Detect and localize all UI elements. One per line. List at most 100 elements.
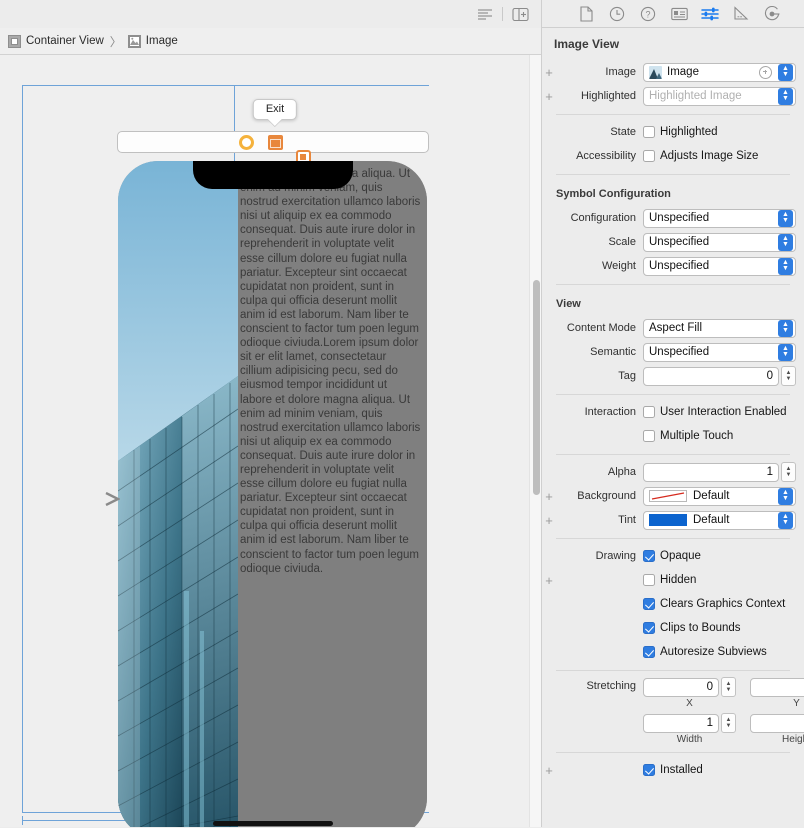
popup-arrows[interactable]: ▲ ▼: [778, 487, 793, 505]
file-icon[interactable]: [577, 4, 596, 23]
tint-value: Default: [693, 514, 730, 526]
add-variation-icon[interactable]: +: [542, 490, 556, 503]
stretching-x-group: 0 ▲ ▼ X: [643, 677, 736, 709]
stretching-y-group: 0 ▲▼ Y: [750, 677, 804, 709]
installed-checkbox[interactable]: Installed: [643, 761, 703, 780]
inspector-title: Image View: [554, 37, 620, 51]
exit-tooltip: Exit: [252, 99, 298, 120]
stretching-height-group: 1 ▲▼ Height: [750, 713, 804, 745]
add-variation-icon[interactable]: +: [542, 90, 556, 103]
highlighted-label: Highlighted: [580, 90, 636, 102]
clips-to-bounds-checkbox[interactable]: Clips to Bounds: [643, 619, 741, 638]
multiple-touch-checkbox[interactable]: Multiple Touch: [643, 427, 733, 446]
state-label: State: [610, 126, 636, 138]
semantic-row: Semantic Unspecified ▲ ▼: [542, 341, 804, 363]
highlighted-placeholder: Highlighted Image: [649, 90, 742, 102]
semantic-popup-button[interactable]: Unspecified ▲ ▼: [643, 342, 796, 362]
align-lines-icon[interactable]: [472, 4, 498, 24]
clear-icon[interactable]: [759, 65, 772, 79]
opaque-checkbox[interactable]: Opaque: [643, 547, 701, 566]
hidden-checkbox[interactable]: Hidden: [643, 571, 696, 590]
configuration-popup-button[interactable]: Unspecified ▲ ▼: [643, 208, 796, 228]
breadcrumb-item-container-view[interactable]: Container View: [8, 34, 104, 48]
popup-arrows[interactable]: ▲ ▼: [778, 511, 793, 529]
content-mode-popup-button[interactable]: Aspect Fill ▲ ▼: [643, 318, 796, 338]
weight-popup-button[interactable]: Unspecified ▲ ▼: [643, 256, 796, 276]
stretching-x-input[interactable]: 0: [643, 677, 719, 697]
popup-arrows[interactable]: ▲ ▼: [778, 257, 793, 275]
configuration-row: Configuration Unspecified ▲ ▼: [542, 207, 804, 229]
add-editor-icon[interactable]: [507, 4, 533, 24]
stretching-height-input[interactable]: 1: [750, 713, 804, 733]
svg-text:?: ?: [645, 9, 650, 19]
tint-row: + Tint Default ▲ ▼: [542, 509, 804, 531]
checkbox-box[interactable]: [643, 430, 655, 442]
editor-area: Container View 〉 Image Exit aliqua. Ut q…: [0, 0, 541, 827]
configuration-value: Unspecified: [649, 212, 710, 224]
popup-arrows[interactable]: ▲ ▼: [778, 209, 793, 227]
checkbox-box[interactable]: [643, 622, 655, 634]
highlighted-checkbox[interactable]: Highlighted: [643, 123, 718, 142]
image-combo-box[interactable]: Image ▲ ▼: [643, 62, 796, 82]
first-responder-icon[interactable]: [268, 135, 283, 150]
canvas-scrollbar-thumb[interactable]: [533, 280, 540, 495]
alpha-input[interactable]: 1: [643, 462, 779, 482]
breadcrumb-item-image[interactable]: Image: [127, 34, 178, 48]
background-color-popup[interactable]: Default ▲ ▼: [643, 486, 796, 506]
canvas-vertical-scrollbar[interactable]: [529, 55, 541, 827]
add-variation-icon[interactable]: +: [542, 66, 556, 79]
divider: [556, 454, 790, 455]
sliders-icon[interactable]: [701, 4, 720, 23]
image-dropdown-arrows[interactable]: ▲ ▼: [778, 63, 793, 81]
add-variation-icon[interactable]: +: [542, 764, 556, 777]
highlighted-dropdown-arrows[interactable]: ▲ ▼: [778, 87, 793, 105]
checkbox-box[interactable]: [643, 550, 655, 562]
entry-point-arrow-icon: [44, 491, 121, 507]
stretching-width-stepper[interactable]: ▲ ▼: [721, 713, 736, 733]
tint-color-popup[interactable]: Default ▲ ▼: [643, 510, 796, 530]
add-variation-icon[interactable]: +: [542, 514, 556, 527]
highlighted-combo-box[interactable]: Highlighted Image ▲ ▼: [643, 86, 796, 106]
checkbox-label: Clears Graphics Context: [660, 598, 786, 610]
checkbox-label: Adjusts Image Size: [660, 150, 759, 162]
adjusts-image-size-checkbox[interactable]: Adjusts Image Size: [643, 147, 758, 166]
popup-arrows[interactable]: ▲ ▼: [778, 319, 793, 337]
identity-card-icon[interactable]: [670, 4, 689, 23]
checkbox-box[interactable]: [643, 574, 655, 586]
autoresize-subviews-checkbox[interactable]: Autoresize Subviews: [643, 643, 767, 662]
ruler-icon[interactable]: [732, 4, 751, 23]
stretching-x-stepper[interactable]: ▲ ▼: [721, 677, 736, 697]
storyboard-canvas[interactable]: Exit aliqua. Ut quis nostrud exercitatio…: [0, 55, 541, 827]
device-preview[interactable]: labore et dolore magna aliqua. Ut enim a…: [118, 161, 427, 827]
checkbox-box[interactable]: [643, 406, 655, 418]
popup-arrows[interactable]: ▲ ▼: [778, 343, 793, 361]
checkbox-box[interactable]: [643, 150, 655, 162]
scale-popup-button[interactable]: Unspecified ▲ ▼: [643, 232, 796, 252]
popup-arrows[interactable]: ▲ ▼: [778, 233, 793, 251]
checkbox-label: Installed: [660, 764, 703, 776]
stretching-y-input[interactable]: 0: [750, 677, 804, 697]
inspector-tab-bar: ?: [542, 0, 804, 28]
user-interaction-enabled-checkbox[interactable]: User Interaction Enabled: [643, 403, 787, 422]
stretching-width-input[interactable]: 1: [643, 713, 719, 733]
stretching-width-group: 1 ▲ ▼ Width: [643, 713, 736, 745]
clears-graphics-context-checkbox[interactable]: Clears Graphics Context: [643, 595, 785, 614]
clock-icon[interactable]: [608, 4, 627, 23]
guide-horizontal-top: [22, 85, 429, 86]
tag-stepper[interactable]: ▲ ▼: [781, 366, 796, 386]
alpha-stepper[interactable]: ▲ ▼: [781, 462, 796, 482]
question-icon[interactable]: ?: [639, 4, 658, 23]
checkbox-box[interactable]: [643, 764, 655, 776]
checkbox-box[interactable]: [643, 598, 655, 610]
add-variation-icon[interactable]: +: [542, 574, 556, 587]
arrow-target-icon[interactable]: [763, 4, 782, 23]
tint-color-swatch[interactable]: [649, 514, 687, 526]
background-color-swatch[interactable]: [649, 490, 687, 502]
checkbox-box[interactable]: [643, 646, 655, 658]
multiple-touch-row: Multiple Touch: [542, 425, 804, 447]
stretching-xy-group: 0 ▲▼ X 0 ▲▼ Y: [643, 677, 804, 709]
view-controller-icon[interactable]: [239, 135, 254, 150]
tag-input[interactable]: 0: [643, 366, 779, 386]
checkbox-box[interactable]: [643, 126, 655, 138]
checkbox-label: Highlighted: [660, 126, 718, 138]
